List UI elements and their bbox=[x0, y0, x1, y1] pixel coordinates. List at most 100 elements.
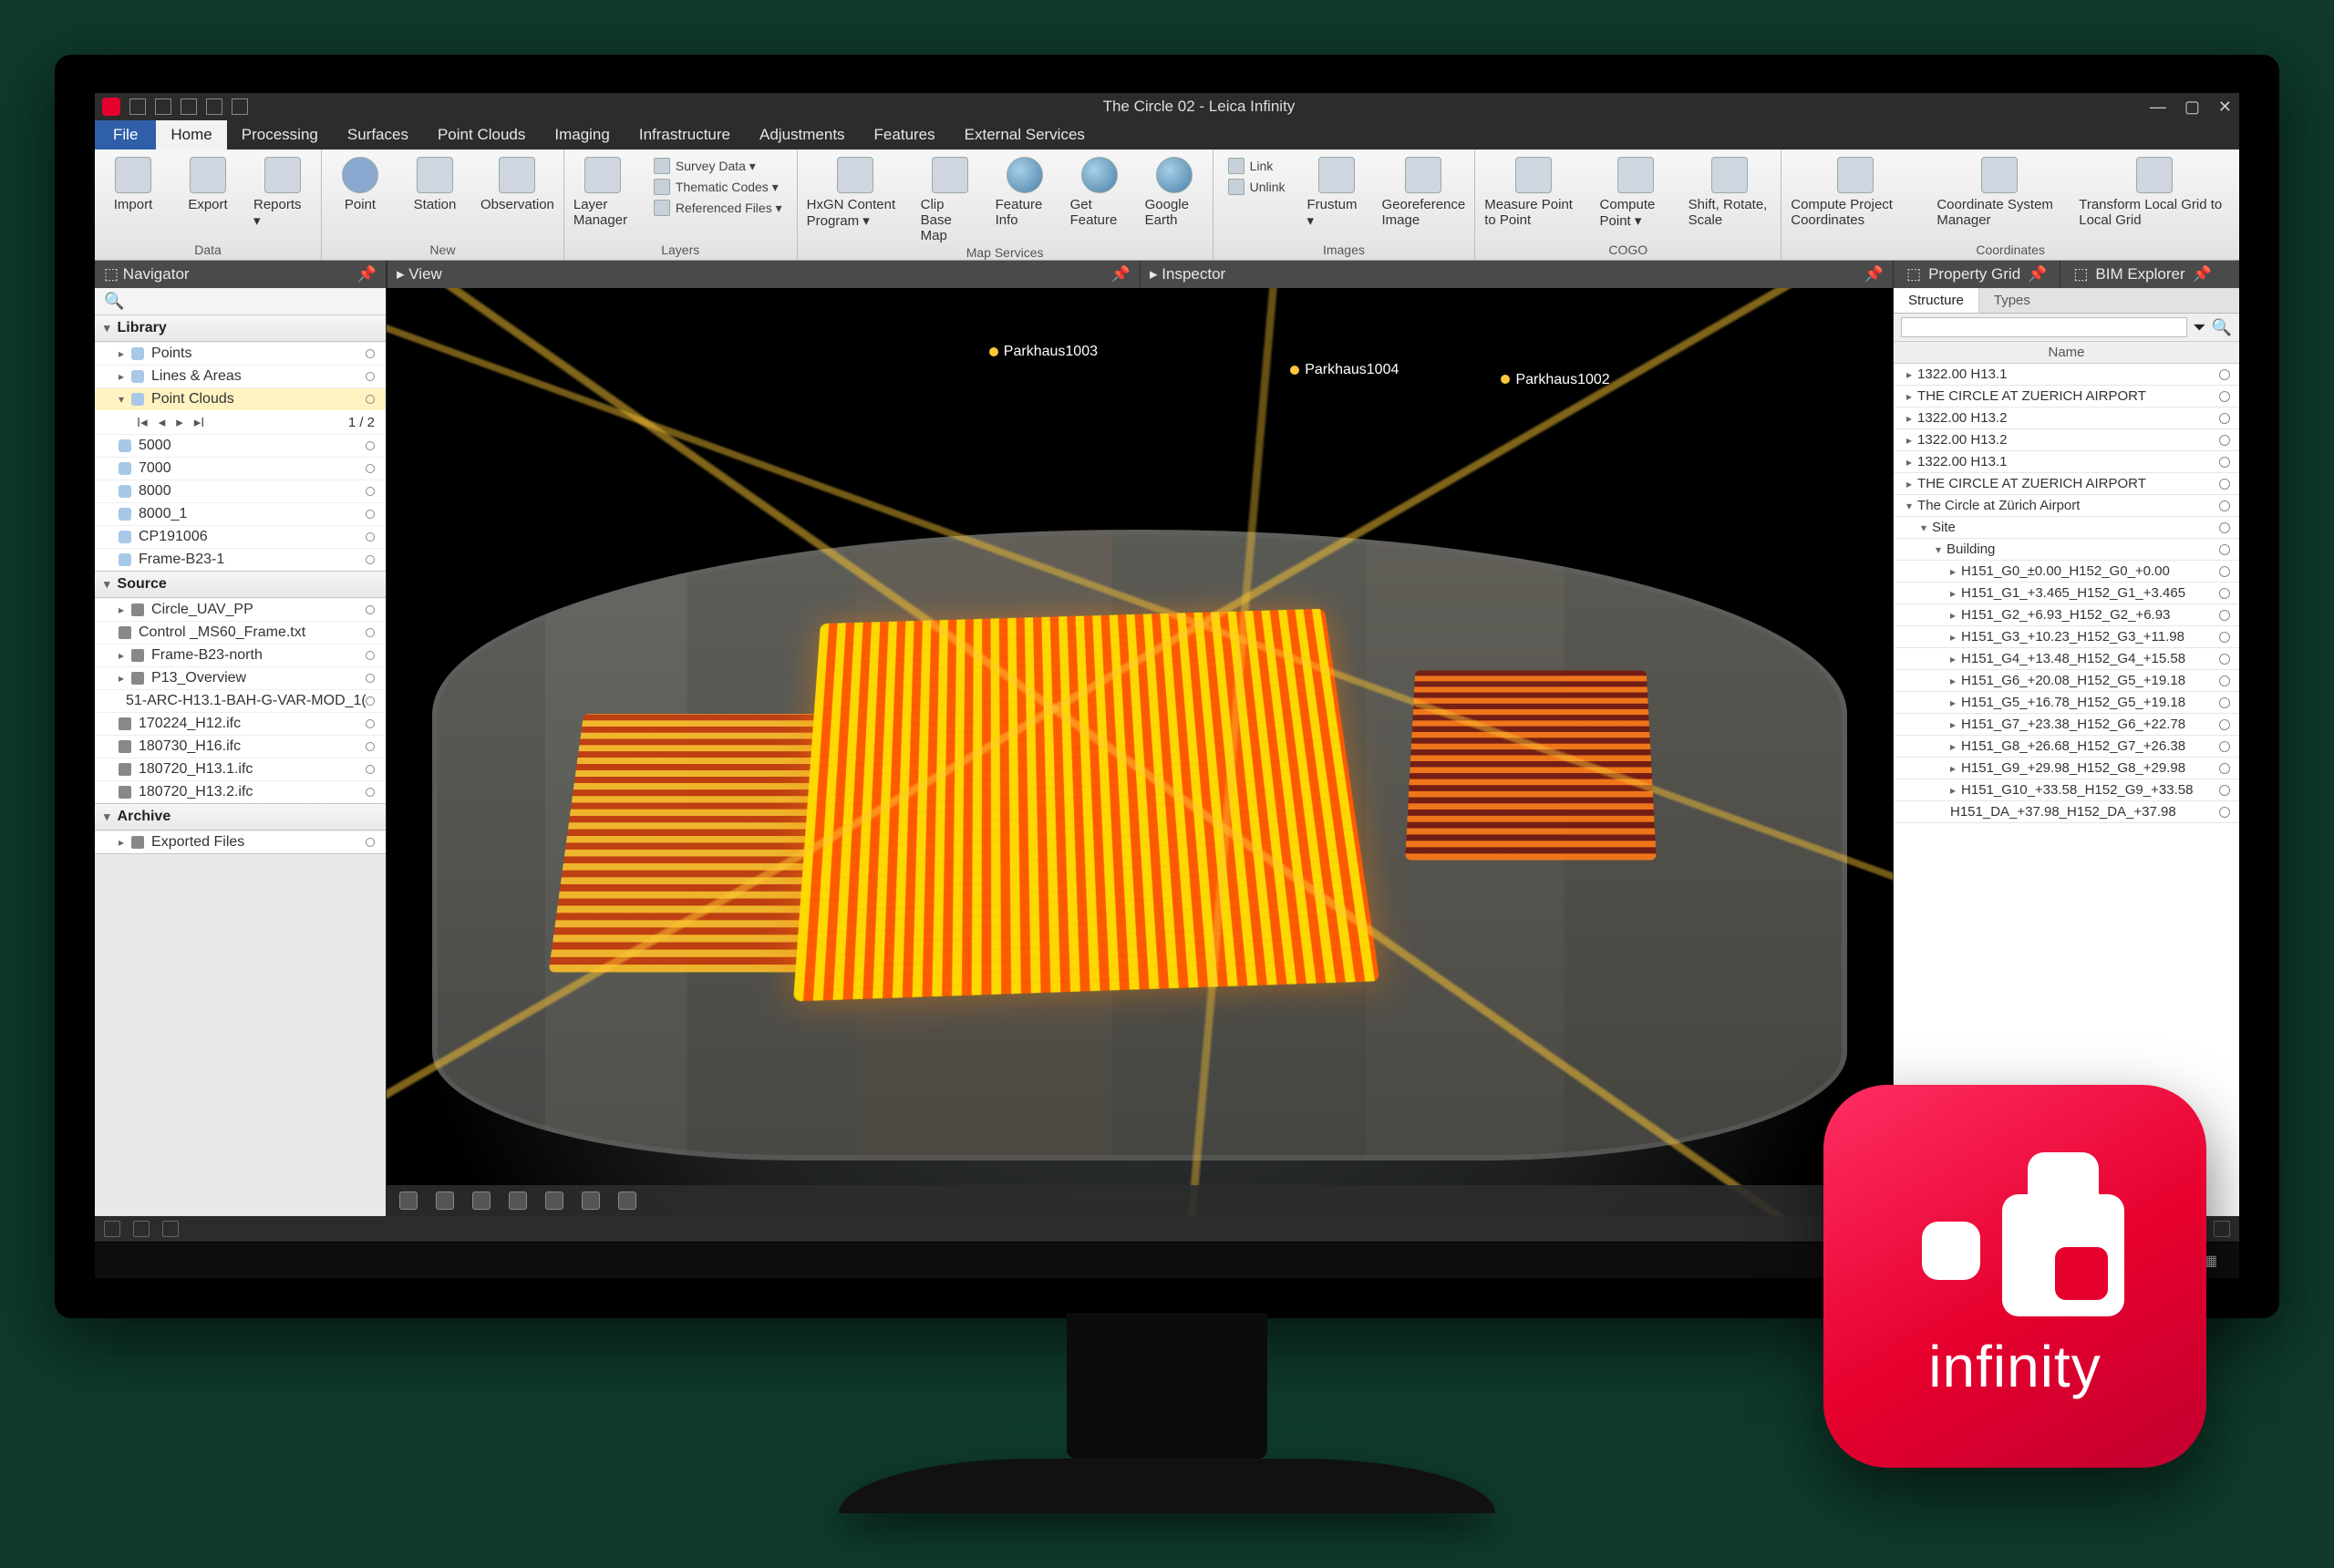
bim-visibility-icon[interactable] bbox=[2219, 785, 2230, 796]
nav-item[interactable]: 8000_1 bbox=[95, 502, 386, 525]
bim-row[interactable]: ▸H151_G2_+6.93_H152_G2_+6.93 bbox=[1894, 604, 2239, 626]
tab-features[interactable]: Features bbox=[860, 120, 950, 150]
qat-btn-4[interactable] bbox=[206, 98, 222, 115]
nav-item[interactable]: 170224_H12.ifc bbox=[95, 712, 386, 735]
bim-row[interactable]: ▸H151_G3_+10.23_H152_G3_+11.98 bbox=[1894, 626, 2239, 648]
bim-visibility-icon[interactable] bbox=[2219, 522, 2230, 533]
bim-visibility-icon[interactable] bbox=[2219, 654, 2230, 665]
nav-item[interactable]: ▸P13_Overview bbox=[95, 666, 386, 689]
visibility-toggle-icon[interactable] bbox=[366, 719, 375, 728]
bim-row[interactable]: ▸H151_G1_+3.465_H152_G1_+3.465 bbox=[1894, 583, 2239, 604]
bim-visibility-icon[interactable] bbox=[2219, 676, 2230, 686]
google-earth-button[interactable]: Google Earth bbox=[1145, 157, 1203, 228]
nav-item[interactable]: ▸Points bbox=[95, 342, 386, 365]
subtab-structure[interactable]: Structure bbox=[1894, 288, 1979, 313]
visibility-toggle-icon[interactable] bbox=[366, 555, 375, 564]
visibility-toggle-icon[interactable] bbox=[366, 441, 375, 450]
bim-row[interactable]: ▸1322.00 H13.1 bbox=[1894, 451, 2239, 473]
bim-visibility-icon[interactable] bbox=[2219, 588, 2230, 599]
tab-home[interactable]: Home bbox=[156, 120, 226, 150]
export-button[interactable]: Export bbox=[179, 157, 237, 212]
vt-btn-3[interactable] bbox=[472, 1191, 491, 1210]
bim-row[interactable]: ▾Building bbox=[1894, 539, 2239, 561]
link-button[interactable]: Link bbox=[1223, 157, 1291, 175]
bim-row[interactable]: ▾The Circle at Zürich Airport bbox=[1894, 495, 2239, 517]
bim-row[interactable]: ▸THE CIRCLE AT ZUERICH AIRPORT bbox=[1894, 386, 2239, 407]
visibility-toggle-icon[interactable] bbox=[366, 605, 375, 614]
visibility-toggle-icon[interactable] bbox=[366, 742, 375, 751]
tab-file[interactable]: File bbox=[95, 120, 156, 150]
bim-visibility-icon[interactable] bbox=[2219, 741, 2230, 752]
bim-row[interactable]: ▸H151_G7_+23.38_H152_G6_+22.78 bbox=[1894, 714, 2239, 736]
bim-visibility-icon[interactable] bbox=[2219, 413, 2230, 424]
nav-item[interactable]: 8000 bbox=[95, 480, 386, 502]
observation-button[interactable]: Observation bbox=[480, 157, 554, 212]
bim-row[interactable]: ▸H151_G8_+26.68_H152_G7_+26.38 bbox=[1894, 736, 2239, 758]
visibility-toggle-icon[interactable] bbox=[366, 651, 375, 660]
import-button[interactable]: Import bbox=[104, 157, 162, 212]
bim-visibility-icon[interactable] bbox=[2219, 544, 2230, 555]
nav-item[interactable]: CP191006 bbox=[95, 525, 386, 548]
status-right-5[interactable] bbox=[2214, 1221, 2230, 1237]
vt-btn-7[interactable] bbox=[618, 1191, 636, 1210]
nav-item[interactable]: 51-ARC-H13.1-BAH-G-VAR-MOD_1( bbox=[95, 689, 386, 712]
tab-point-clouds[interactable]: Point Clouds bbox=[423, 120, 540, 150]
visibility-toggle-icon[interactable] bbox=[366, 628, 375, 637]
bim-search-input[interactable] bbox=[1901, 317, 2187, 337]
bim-row[interactable]: ▸H151_G0_±0.00_H152_G0_+0.00 bbox=[1894, 561, 2239, 583]
visibility-toggle-icon[interactable] bbox=[366, 487, 375, 496]
filter-icon[interactable]: ⏷ bbox=[2193, 318, 2205, 337]
bim-visibility-icon[interactable] bbox=[2219, 369, 2230, 380]
vt-btn-5[interactable] bbox=[545, 1191, 563, 1210]
frustum-button[interactable]: Frustum ▾ bbox=[1307, 157, 1366, 229]
transform-grid-button[interactable]: Transform Local Grid to Local Grid bbox=[2079, 157, 2230, 228]
visibility-toggle-icon[interactable] bbox=[366, 372, 375, 381]
visibility-toggle-icon[interactable] bbox=[366, 838, 375, 847]
shift-rotate-scale-button[interactable]: Shift, Rotate, Scale bbox=[1689, 157, 1772, 228]
tab-imaging[interactable]: Imaging bbox=[540, 120, 624, 150]
nav-item[interactable]: ▸Circle_UAV_PP bbox=[95, 598, 386, 621]
clip-base-map-button[interactable]: Clip Base Map bbox=[921, 157, 979, 243]
visibility-toggle-icon[interactable] bbox=[366, 765, 375, 774]
viewport-3d[interactable]: Parkhaus1003 Parkhaus1004 Parkhaus1002 bbox=[387, 288, 1893, 1216]
feature-info-button[interactable]: Feature Info bbox=[996, 157, 1054, 228]
visibility-toggle-icon[interactable] bbox=[366, 510, 375, 519]
nav-item[interactable]: ▸Frame-B23-north bbox=[95, 644, 386, 666]
bim-row[interactable]: ▸1322.00 H13.2 bbox=[1894, 429, 2239, 451]
tab-processing[interactable]: Processing bbox=[227, 120, 333, 150]
status-btn-3[interactable] bbox=[162, 1221, 179, 1237]
vt-btn-4[interactable] bbox=[509, 1191, 527, 1210]
bim-visibility-icon[interactable] bbox=[2219, 391, 2230, 402]
nav-item[interactable]: ▾Point Clouds bbox=[95, 387, 386, 410]
bim-row[interactable]: ▸H151_G5_+16.78_H152_G5_+19.18 bbox=[1894, 692, 2239, 714]
visibility-toggle-icon[interactable] bbox=[366, 788, 375, 797]
visibility-toggle-icon[interactable] bbox=[366, 696, 375, 706]
nav-item[interactable]: 180720_H13.1.ifc bbox=[95, 758, 386, 780]
qat-btn-3[interactable] bbox=[181, 98, 197, 115]
measure-p2p-button[interactable]: Measure Point to Point bbox=[1484, 157, 1583, 228]
vt-btn-2[interactable] bbox=[436, 1191, 454, 1210]
bim-row[interactable]: ▸H151_G4_+13.48_H152_G4_+15.58 bbox=[1894, 648, 2239, 670]
visibility-toggle-icon[interactable] bbox=[366, 349, 375, 358]
window-maximize-button[interactable]: ▢ bbox=[2184, 98, 2200, 117]
navigator-pin-icon[interactable]: 📌 bbox=[357, 265, 377, 284]
bim-column-header[interactable]: Name bbox=[1894, 342, 2239, 364]
nav-item[interactable]: 5000 bbox=[95, 434, 386, 457]
compute-proj-coords-button[interactable]: Compute Project Coordinates bbox=[1791, 157, 1920, 228]
nav-section-archive[interactable]: Archive bbox=[95, 804, 386, 830]
visibility-toggle-icon[interactable] bbox=[366, 674, 375, 683]
unlink-button[interactable]: Unlink bbox=[1223, 178, 1291, 196]
tab-adjustments[interactable]: Adjustments bbox=[745, 120, 860, 150]
nav-section-source[interactable]: Source bbox=[95, 572, 386, 598]
nav-item[interactable]: ▸Exported Files bbox=[95, 830, 386, 853]
pointcloud-pager[interactable]: I◂◂▸▸I1 / 2 bbox=[95, 410, 386, 434]
vt-btn-6[interactable] bbox=[582, 1191, 600, 1210]
compute-point-button[interactable]: Compute Point ▾ bbox=[1600, 157, 1672, 229]
search-icon[interactable]: 🔍 bbox=[2212, 318, 2232, 337]
window-close-button[interactable]: ✕ bbox=[2218, 98, 2232, 117]
visibility-toggle-icon[interactable] bbox=[366, 395, 375, 404]
bim-visibility-icon[interactable] bbox=[2219, 566, 2230, 577]
visibility-toggle-icon[interactable] bbox=[366, 464, 375, 473]
bim-row[interactable]: ▸1322.00 H13.2 bbox=[1894, 407, 2239, 429]
point-button[interactable]: Point bbox=[331, 157, 389, 212]
